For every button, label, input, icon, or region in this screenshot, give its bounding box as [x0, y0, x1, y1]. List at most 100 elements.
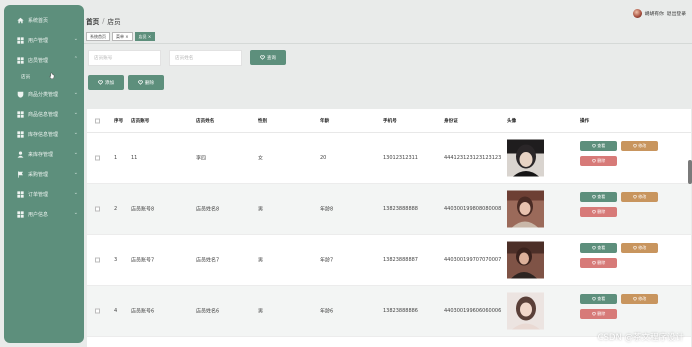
logout-link[interactable]: 退出登录	[667, 10, 686, 17]
delete-button[interactable]: 删除	[580, 309, 617, 319]
add-button[interactable]: 添加	[88, 75, 124, 90]
heart-icon	[591, 297, 596, 301]
row-checkbox[interactable]	[95, 257, 100, 263]
select-all-checkbox[interactable]	[95, 118, 100, 123]
cell-name: 店员姓名6	[196, 308, 220, 315]
chevron-down-icon: ⌄	[73, 190, 78, 196]
cell-age: 年龄6	[320, 308, 334, 315]
search-button[interactable]: 查询	[250, 50, 286, 65]
sidebar-item-clerk-management[interactable]: 店员管理 ⌃	[4, 50, 84, 70]
edit-button[interactable]: 修改	[621, 192, 658, 202]
avatar-thumbnail	[507, 139, 544, 177]
breadcrumb-home[interactable]: 首页	[86, 16, 99, 26]
delete-button[interactable]: 删除	[580, 156, 617, 166]
heart-icon	[138, 80, 143, 85]
user-name: 胡胡有你	[644, 12, 664, 17]
heart-icon	[632, 195, 637, 199]
heart-icon	[591, 144, 596, 148]
clerk-name-input[interactable]: 店员姓名	[169, 50, 242, 66]
add-button-label: 添加	[104, 80, 115, 86]
cell-idcard: 440300199606060006	[444, 308, 502, 314]
sidebar-subitem-label: 店员	[21, 75, 31, 80]
home-icon	[17, 17, 24, 24]
row-checkbox[interactable]	[95, 308, 100, 314]
sidebar-item-home[interactable]: 系统首页	[4, 10, 84, 30]
sidebar-item-user-management[interactable]: 用户管理 ⌄	[4, 30, 84, 50]
delete-button[interactable]: 删除	[580, 207, 617, 217]
shield-icon	[17, 91, 24, 98]
sidebar: 系统首页 用户管理 ⌄ 店员管理 ⌃ 店员 商品分类管理 ⌄ 商品信息管理 ⌄	[4, 5, 84, 343]
row-actions: 查看 修改 删除	[580, 294, 660, 328]
person-icon	[17, 150, 24, 158]
sidebar-item-order-management[interactable]: 订单管理 ⌄	[4, 184, 84, 204]
heart-icon	[591, 195, 596, 199]
scrollbar-thumb[interactable]	[688, 160, 692, 184]
view-button[interactable]: 查看	[580, 141, 617, 151]
edit-label: 修改	[638, 296, 647, 301]
tab-clerk[interactable]: 店员 ×	[134, 32, 156, 41]
cell-phone: 13823888887	[383, 257, 418, 263]
row-checkbox[interactable]	[95, 206, 100, 212]
sidebar-item-stock-management[interactable]: 来库存管理 ⌄	[4, 144, 84, 164]
grid-icon	[17, 110, 24, 118]
grid-icon	[17, 190, 24, 198]
header-age: 年龄	[320, 118, 330, 124]
chevron-down-icon: ⌄	[73, 130, 78, 136]
edit-label: 修改	[638, 245, 647, 250]
sidebar-item-product-management[interactable]: 商品信息管理 ⌄	[4, 104, 84, 124]
sidebar-item-label: 来库存管理	[28, 151, 54, 158]
cell-age: 年龄7	[320, 257, 334, 264]
header-idcard: 身份证	[444, 118, 458, 124]
clerk-account-input[interactable]: 店员账号	[88, 50, 161, 66]
delete-label: 删除	[597, 209, 606, 214]
delete-button[interactable]: 删除	[580, 258, 617, 268]
sidebar-item-label: 商品信息管理	[28, 111, 59, 118]
cell-phone: 13823888888	[383, 206, 418, 212]
header-gender: 性别	[258, 118, 268, 124]
view-button[interactable]: 查看	[580, 294, 617, 304]
view-button[interactable]: 查看	[580, 243, 617, 253]
header-phone: 手机号	[383, 118, 397, 124]
header-divider	[84, 43, 692, 44]
sidebar-item-purchase-management[interactable]: 采购管理 ⌄	[4, 164, 84, 184]
cell-index: 3	[114, 257, 118, 263]
row-checkbox[interactable]	[95, 155, 100, 161]
avatar-thumbnail	[507, 190, 544, 228]
table-row: 4 店员账号6 店员姓名6 男 年龄6 13823888886 44030019…	[87, 286, 691, 337]
row-actions: 查看 修改 删除	[580, 243, 660, 277]
cursor-icon	[49, 72, 55, 79]
header-avatar: 头像	[507, 118, 517, 124]
avatar-thumbnail	[507, 241, 544, 279]
user-area: 胡胡有你 退出登录	[632, 9, 686, 18]
tab-menu[interactable]: 菜单 ×	[112, 32, 133, 41]
view-button[interactable]: 查看	[580, 192, 617, 202]
edit-label: 修改	[638, 143, 647, 148]
table-row: 3 店员账号7 店员姓名7 男 年龄7 13823888887 44030019…	[87, 235, 691, 286]
delete-label: 删除	[597, 158, 606, 163]
sidebar-item-label: 用户信息	[28, 211, 49, 218]
sidebar-item-category-management[interactable]: 商品分类管理 ⌄	[4, 84, 84, 104]
sidebar-subitem-clerk[interactable]: 店员	[4, 70, 84, 84]
cell-age: 年龄8	[320, 206, 334, 213]
table-row: 1 11 李四 女 20 13012312311 444123123123123…	[87, 133, 691, 184]
cell-account: 店员账号8	[131, 206, 155, 213]
cell-account: 11	[131, 155, 138, 161]
edit-button[interactable]: 修改	[621, 141, 658, 151]
sidebar-item-label: 订单管理	[28, 191, 49, 198]
avatar[interactable]	[632, 9, 642, 18]
bulk-delete-button[interactable]: 删除	[128, 75, 164, 90]
view-label: 查看	[597, 143, 606, 148]
heart-icon	[632, 297, 637, 301]
cell-name: 李四	[196, 155, 207, 162]
grid-icon	[17, 36, 24, 44]
tab-home[interactable]: 系统首页	[86, 32, 110, 41]
sidebar-item-user-info[interactable]: 用户信息 ⌄	[4, 204, 84, 224]
edit-button[interactable]: 修改	[621, 243, 658, 253]
cell-idcard: 440300199707070007	[444, 257, 502, 263]
edit-button[interactable]: 修改	[621, 294, 658, 304]
breadcrumb-current: 店员	[107, 18, 121, 26]
cell-index: 1	[114, 155, 118, 161]
heart-icon	[591, 261, 596, 265]
sidebar-item-inventory-management[interactable]: 库存信息管理 ⌄	[4, 124, 84, 144]
clerk-table: 序号 店员账号 店员姓名 性别 年龄 手机号 身份证 头像 操作 1 11 李四…	[87, 109, 691, 347]
